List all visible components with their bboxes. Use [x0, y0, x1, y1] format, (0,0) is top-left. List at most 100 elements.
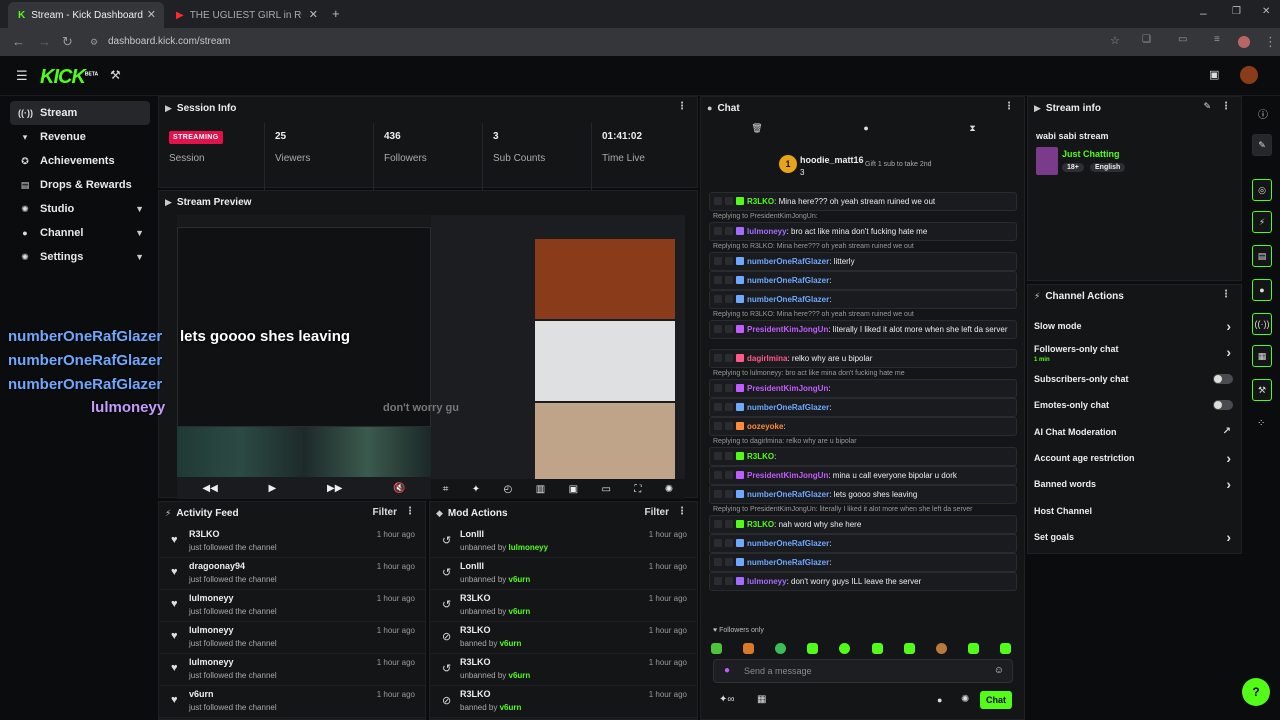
- panel-menu-icon[interactable]: ⋮: [1004, 101, 1014, 112]
- rail-broadcast-icon[interactable]: ((·)): [1252, 313, 1272, 335]
- panel-menu-icon[interactable]: ⋮: [405, 506, 415, 517]
- play-icon[interactable]: ▶: [269, 483, 277, 494]
- chat-input[interactable]: ● Send a message ☺: [713, 659, 1013, 683]
- kick-logo[interactable]: KICKBETA: [40, 66, 98, 89]
- chat-username[interactable]: R3LKO: [747, 520, 774, 529]
- sidebar-item-achievements[interactable]: ✪ Achievements: [10, 149, 150, 173]
- sidebar-item-channel[interactable]: ● Channel ▼: [10, 221, 150, 245]
- store-icon[interactable]: ▦: [757, 694, 766, 705]
- emote-icon[interactable]: [839, 643, 851, 654]
- points-icon[interactable]: ✦∞: [719, 694, 735, 705]
- browser-menu-icon[interactable]: ⋮: [1264, 34, 1277, 50]
- preview-video-left[interactable]: ◀◀ ▶ ▶▶ 🔇: [177, 215, 431, 499]
- toggle-switch[interactable]: [1213, 373, 1233, 384]
- close-window-icon[interactable]: ✕: [1262, 6, 1270, 17]
- extensions-icon[interactable]: ❏: [1142, 34, 1151, 45]
- rail-layout-icon[interactable]: ▦: [1252, 345, 1272, 367]
- mod-actor-username[interactable]: v6urn: [509, 575, 531, 584]
- preview-video-right[interactable]: ⌗ ✦ ◴ ▥ ▣ ▭ ⛶ ✺: [431, 215, 685, 499]
- bookmark-icon[interactable]: ☆: [1110, 34, 1120, 47]
- mod-action-row[interactable]: ↺ R3LKO unbanned by v6urn 1 hour ago: [430, 654, 697, 686]
- rewind-icon[interactable]: ◀◀: [202, 483, 217, 494]
- chat-message[interactable]: oozeyoke:: [709, 417, 1017, 436]
- chat-username[interactable]: numberOneRafGlazer: [747, 539, 829, 548]
- browser-tab-active[interactable]: K Stream - Kick Dashboard ✕: [8, 2, 164, 28]
- activity-username[interactable]: dragoonay94: [189, 561, 245, 571]
- mod-action-row[interactable]: ⊘ R3LKO banned by v6urn 1 hour ago: [430, 622, 697, 654]
- filter-button[interactable]: Filter: [645, 507, 669, 518]
- channel-action-row[interactable]: Subscribers-only chat: [1028, 367, 1241, 391]
- hourglass-icon[interactable]: ⧗: [969, 123, 975, 139]
- chat-username[interactable]: lulmoneyy: [747, 577, 787, 586]
- emote-icon[interactable]: [999, 643, 1011, 654]
- activity-username[interactable]: R3LKO: [189, 529, 220, 539]
- activity-row[interactable]: ♥ v6urn just followed the channel 1 hour ag…: [159, 686, 425, 718]
- mute-icon[interactable]: 🔇: [393, 483, 405, 494]
- channel-action-row[interactable]: Account age restriction ›: [1028, 446, 1241, 470]
- chat-username[interactable]: PresidentKimJongUn: [747, 471, 828, 480]
- channel-action-row[interactable]: Host Channel: [1028, 499, 1241, 523]
- emote-icon[interactable]: [807, 643, 819, 654]
- activity-row[interactable]: ♥ lulmoneyy just followed the channel 1 hou…: [159, 654, 425, 686]
- fullscreen-icon[interactable]: ⛶: [634, 484, 641, 495]
- crop-icon[interactable]: ⌗: [443, 484, 449, 495]
- mod-target-username[interactable]: Lonlll: [460, 561, 484, 571]
- chat-username[interactable]: numberOneRafGlazer: [747, 558, 829, 567]
- chat-message[interactable]: R3LKO: Mina here??? oh yeah stream ruine…: [709, 192, 1017, 211]
- category-link[interactable]: Just Chatting: [1062, 149, 1120, 159]
- rail-doc-icon[interactable]: ▤: [1252, 245, 1272, 267]
- chat-reply-context[interactable]: Replying to dagirlmina: relko why are u …: [709, 436, 1017, 447]
- hamburger-menu-icon[interactable]: ☰: [16, 68, 28, 84]
- channel-action-row[interactable]: Set goals ›: [1028, 525, 1241, 549]
- emote-icon[interactable]: [903, 643, 915, 654]
- mod-target-username[interactable]: R3LKO: [460, 625, 491, 635]
- chat-message[interactable]: numberOneRafGlazer: litterly: [709, 252, 1017, 271]
- rail-tools-icon[interactable]: ⚒: [1252, 379, 1272, 401]
- channel-action-row[interactable]: Emotes-only chat: [1028, 393, 1241, 417]
- chat-reply-context[interactable]: Replying to PresidentKimJongUn:: [709, 211, 1017, 222]
- hammer-icon[interactable]: ⚒: [110, 68, 121, 82]
- chat-reply-context[interactable]: Replying to R3LKO: Mina here??? oh yeah …: [709, 241, 1017, 252]
- mod-action-row[interactable]: ⊘ R3LKO banned by v6urn 1 hour ago: [430, 686, 697, 718]
- wallet-icon[interactable]: ▣: [1209, 68, 1219, 81]
- chat-reply-context[interactable]: Replying to lulmoneyy: bro act like mina…: [709, 368, 1017, 379]
- chat-username[interactable]: numberOneRafGlazer: [747, 490, 829, 499]
- forward-icon[interactable]: ▶▶: [327, 483, 342, 494]
- emote-icon[interactable]: [743, 643, 755, 654]
- chat-username[interactable]: dagirlmina: [747, 354, 787, 363]
- user-avatar[interactable]: [1240, 66, 1258, 84]
- chat-username[interactable]: R3LKO: [747, 452, 774, 461]
- pip-icon[interactable]: ▣: [569, 484, 578, 495]
- close-tab-icon[interactable]: ✕: [309, 8, 318, 21]
- comment-icon[interactable]: ●: [863, 123, 868, 139]
- send-chat-button[interactable]: Chat: [980, 691, 1012, 709]
- activity-row[interactable]: ♥ dragoonay94 just followed the channel 1 h…: [159, 558, 425, 590]
- chat-message[interactable]: R3LKO:: [709, 447, 1017, 466]
- mod-target-username[interactable]: R3LKO: [460, 593, 491, 603]
- gift-hint[interactable]: Gift 1 sub to take 2nd: [865, 161, 932, 168]
- mic-icon[interactable]: ●: [724, 665, 730, 676]
- chat-message[interactable]: numberOneRafGlazer:: [709, 271, 1017, 290]
- rail-chat-icon[interactable]: ●: [1252, 279, 1272, 301]
- sidebar-item-drops[interactable]: ▤ Drops & Rewards: [10, 173, 150, 197]
- chat-message[interactable]: dagirlmina: relko why are u bipolar: [709, 349, 1017, 368]
- gear-icon[interactable]: ✺: [961, 694, 969, 705]
- rail-bolt-icon[interactable]: ⚡: [1252, 211, 1272, 233]
- restore-icon[interactable]: ❐: [1232, 6, 1241, 17]
- chat-username[interactable]: R3LKO: [747, 197, 774, 206]
- channel-action-row[interactable]: AI Chat Moderation ↗: [1028, 420, 1241, 444]
- emote-icon[interactable]: [967, 643, 979, 654]
- chat-username[interactable]: lulmoneyy: [747, 227, 787, 236]
- theater-icon[interactable]: ▭: [601, 484, 610, 495]
- rail-edit-icon[interactable]: ✎: [1252, 134, 1272, 156]
- downloads-icon[interactable]: ≡: [1214, 34, 1220, 45]
- reload-icon[interactable]: ↻: [62, 34, 73, 50]
- help-button[interactable]: ?: [1242, 678, 1270, 706]
- chat-username[interactable]: numberOneRafGlazer: [747, 257, 829, 266]
- mod-action-row[interactable]: ↺ Lonlll unbanned by lulmoneyy 1 hour ago: [430, 526, 697, 558]
- trash-icon[interactable]: 🗑: [751, 123, 762, 139]
- panel-menu-icon[interactable]: ⋮: [677, 506, 687, 517]
- sparkle-icon[interactable]: ✦: [472, 484, 480, 495]
- mod-actor-username[interactable]: lulmoneyy: [509, 543, 549, 552]
- chat-message[interactable]: lulmoneyy: don't worry guys ILL leave th…: [709, 572, 1017, 591]
